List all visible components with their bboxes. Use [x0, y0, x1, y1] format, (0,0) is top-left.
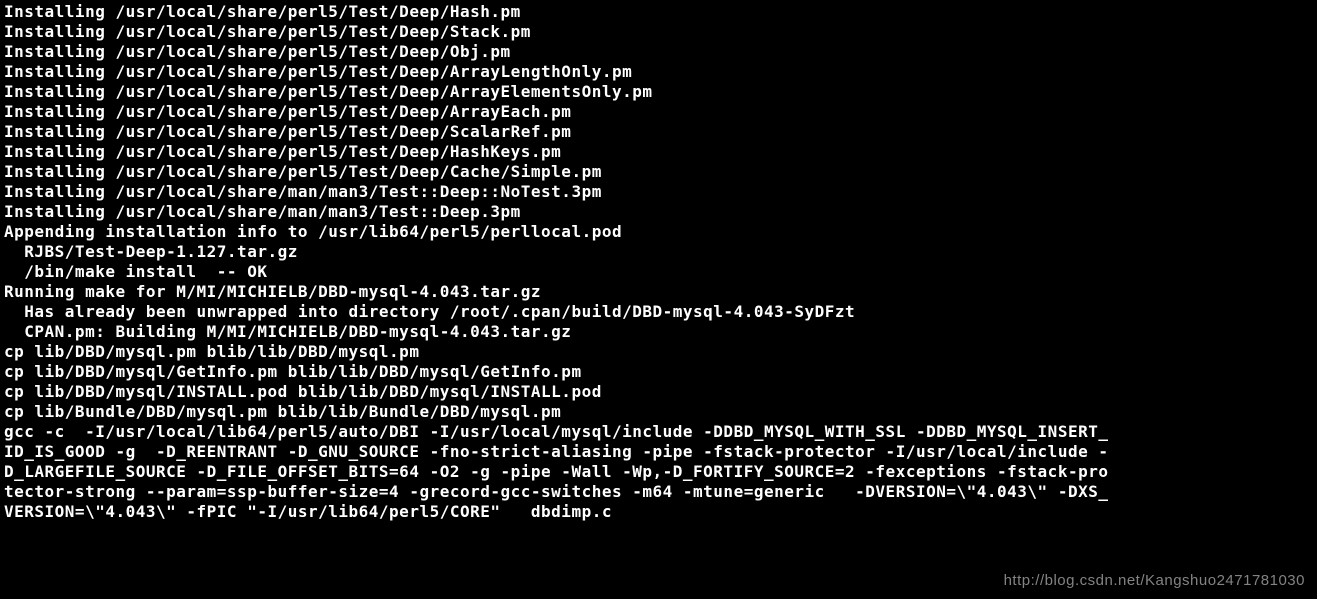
terminal-line: gcc -c -I/usr/local/lib64/perl5/auto/DBI…: [4, 422, 1313, 442]
terminal-line: Installing /usr/local/share/man/man3/Tes…: [4, 182, 1313, 202]
terminal-line: Appending installation info to /usr/lib6…: [4, 222, 1313, 242]
terminal-line: Running make for M/MI/MICHIELB/DBD-mysql…: [4, 282, 1313, 302]
terminal-line: ID_IS_GOOD -g -D_REENTRANT -D_GNU_SOURCE…: [4, 442, 1313, 462]
terminal-line: Has already been unwrapped into director…: [4, 302, 1313, 322]
terminal-line: D_LARGEFILE_SOURCE -D_FILE_OFFSET_BITS=6…: [4, 462, 1313, 482]
terminal-line: Installing /usr/local/share/man/man3/Tes…: [4, 202, 1313, 222]
terminal-line: VERSION=\"4.043\" -fPIC "-I/usr/lib64/pe…: [4, 502, 1313, 522]
terminal-line: Installing /usr/local/share/perl5/Test/D…: [4, 2, 1313, 22]
terminal-line: Installing /usr/local/share/perl5/Test/D…: [4, 162, 1313, 182]
terminal-line: Installing /usr/local/share/perl5/Test/D…: [4, 122, 1313, 142]
terminal-line: Installing /usr/local/share/perl5/Test/D…: [4, 22, 1313, 42]
terminal-line: Installing /usr/local/share/perl5/Test/D…: [4, 82, 1313, 102]
terminal-line: Installing /usr/local/share/perl5/Test/D…: [4, 102, 1313, 122]
watermark-text: http://blog.csdn.net/Kangshuo2471781030: [1004, 571, 1305, 591]
terminal-line: /bin/make install -- OK: [4, 262, 1313, 282]
terminal-line: cp lib/Bundle/DBD/mysql.pm blib/lib/Bund…: [4, 402, 1313, 422]
terminal-line: Installing /usr/local/share/perl5/Test/D…: [4, 62, 1313, 82]
terminal-line: tector-strong --param=ssp-buffer-size=4 …: [4, 482, 1313, 502]
terminal-window[interactable]: Installing /usr/local/share/perl5/Test/D…: [0, 0, 1317, 599]
terminal-line: Installing /usr/local/share/perl5/Test/D…: [4, 142, 1313, 162]
terminal-line: cp lib/DBD/mysql/INSTALL.pod blib/lib/DB…: [4, 382, 1313, 402]
terminal-line: cp lib/DBD/mysql/GetInfo.pm blib/lib/DBD…: [4, 362, 1313, 382]
terminal-line: Installing /usr/local/share/perl5/Test/D…: [4, 42, 1313, 62]
terminal-line: RJBS/Test-Deep-1.127.tar.gz: [4, 242, 1313, 262]
terminal-line: CPAN.pm: Building M/MI/MICHIELB/DBD-mysq…: [4, 322, 1313, 342]
terminal-line: cp lib/DBD/mysql.pm blib/lib/DBD/mysql.p…: [4, 342, 1313, 362]
